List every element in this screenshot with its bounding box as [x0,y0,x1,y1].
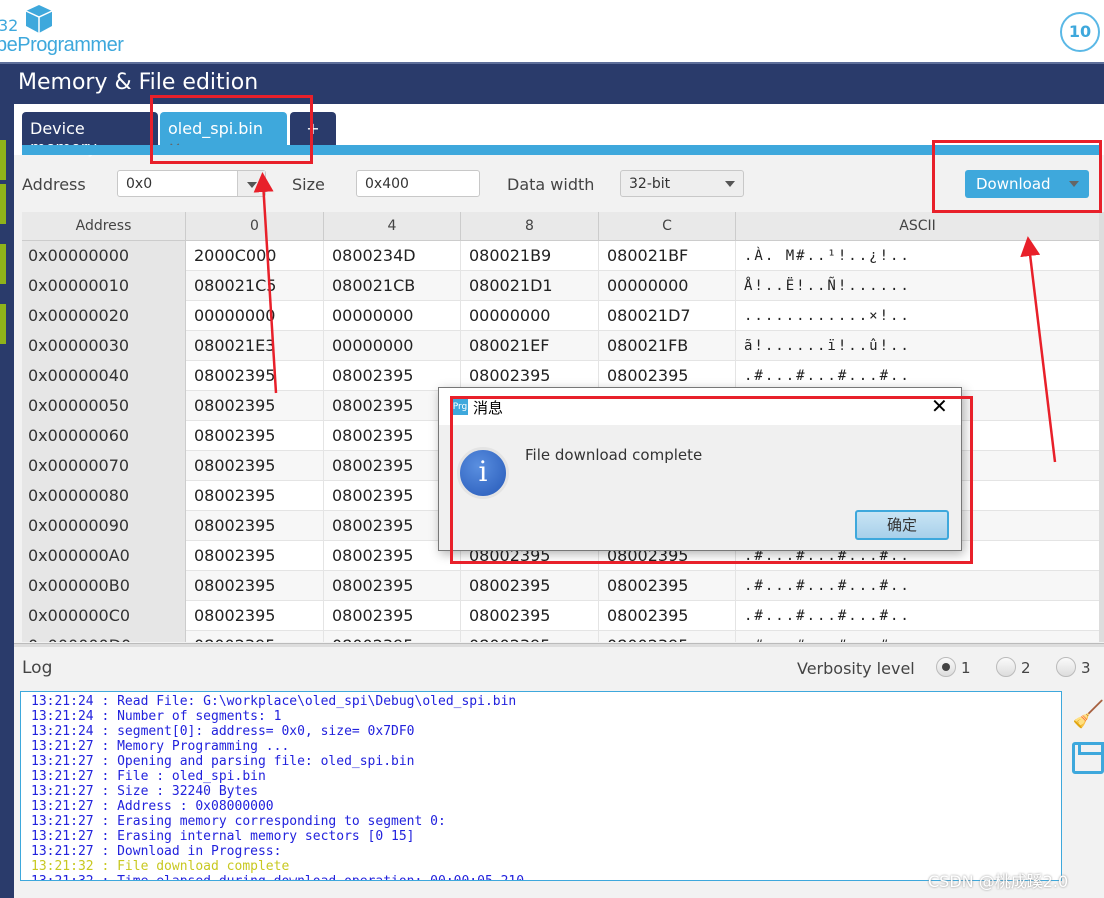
annotation-arrow [253,172,278,394]
annotation-arrow [1020,236,1057,463]
watermark: CSDN @桃成蹊2.0 [928,872,1069,891]
annotation-arrows [253,172,1057,463]
